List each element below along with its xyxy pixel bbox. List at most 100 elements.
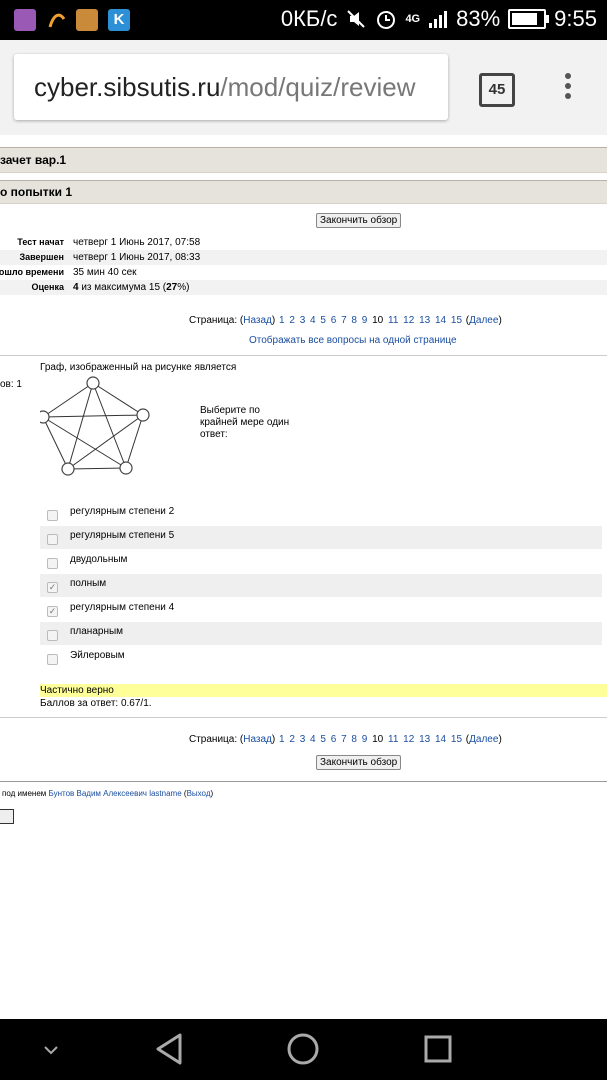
answer-option: ✓ регулярным степени 4 bbox=[40, 598, 602, 621]
mute-icon bbox=[347, 10, 366, 28]
pager-page-link[interactable]: 15 bbox=[451, 734, 462, 745]
show-all-questions-link[interactable]: Отображать все вопросы на одной странице bbox=[249, 335, 457, 346]
chevron-down-icon[interactable] bbox=[40, 1039, 62, 1061]
app-notification-icon bbox=[14, 9, 36, 31]
pager-page-link[interactable]: 2 bbox=[289, 734, 295, 745]
back-icon[interactable] bbox=[153, 1032, 185, 1066]
info-row-grade: Оценка 4 из максимума 15 (27%) bbox=[0, 280, 607, 295]
attempt-header: о попытки 1 bbox=[0, 180, 607, 204]
login-prefix: под именем bbox=[2, 789, 49, 798]
pager-current-page: 10 bbox=[372, 315, 384, 326]
info-label: Оценка bbox=[31, 282, 64, 292]
info-value: 35 мин 40 сек bbox=[73, 267, 137, 278]
checkbox[interactable] bbox=[47, 534, 58, 545]
address-bar[interactable]: cyber.sibsutis.ru/mod/quiz/review bbox=[14, 54, 448, 120]
pager-page-link[interactable]: 12 bbox=[403, 734, 414, 745]
checkbox-checked[interactable]: ✓ bbox=[47, 606, 58, 617]
pager-next-link[interactable]: Далее bbox=[469, 734, 498, 745]
pager-page-link[interactable]: 13 bbox=[419, 734, 430, 745]
checkbox[interactable] bbox=[47, 630, 58, 641]
pager-page-link[interactable]: 4 bbox=[310, 734, 316, 745]
app-notification-icon bbox=[46, 9, 68, 31]
pager-page-link[interactable]: 6 bbox=[331, 734, 337, 745]
clock: 9:55 bbox=[554, 6, 597, 31]
pager-page-link[interactable]: 7 bbox=[341, 315, 347, 326]
logout-link[interactable]: Выход bbox=[187, 789, 211, 798]
pager-page-link[interactable]: 9 bbox=[362, 315, 368, 326]
question-text: Граф, изображенный на рисунке является bbox=[40, 362, 237, 373]
recents-icon[interactable] bbox=[423, 1034, 453, 1064]
answer-option-label: двудольным bbox=[70, 554, 128, 565]
pager-next-link[interactable]: Далее bbox=[469, 315, 498, 326]
answer-option-label: планарным bbox=[70, 626, 124, 637]
attempt-title: о попытки 1 bbox=[0, 185, 73, 199]
pager-page-link[interactable]: 12 bbox=[403, 315, 414, 326]
finish-review-button-bottom[interactable]: Закончить обзор bbox=[316, 755, 402, 770]
pager-page-link[interactable]: 7 bbox=[341, 734, 347, 745]
pager-back-link[interactable]: Назад bbox=[243, 315, 272, 326]
pager-page-link[interactable]: 14 bbox=[435, 734, 446, 745]
overflow-menu-icon[interactable] bbox=[560, 70, 576, 106]
finish-review-button[interactable]: Закончить обзор bbox=[316, 213, 402, 228]
pager-page-link[interactable]: 1 bbox=[279, 734, 285, 745]
app-notification-icon: K bbox=[108, 9, 130, 31]
pager-close: ) bbox=[498, 734, 502, 745]
pager-close: ) bbox=[271, 315, 276, 326]
battery-icon bbox=[508, 9, 550, 29]
pager-page-link[interactable]: 3 bbox=[300, 315, 306, 326]
pager-page-link[interactable]: 5 bbox=[320, 734, 326, 745]
user-profile-link[interactable]: Бунтов Вадим Алексеевич lastname bbox=[49, 789, 182, 798]
feedback-text: Частично верно bbox=[40, 685, 114, 696]
pager-page-link[interactable]: 4 bbox=[310, 315, 316, 326]
tab-switcher-button[interactable]: 45 bbox=[479, 73, 515, 107]
answer-option: двудольным bbox=[40, 550, 602, 573]
course-title: зачет вар.1 bbox=[0, 153, 67, 167]
pager-page-link[interactable]: 13 bbox=[419, 315, 430, 326]
checkbox[interactable] bbox=[47, 510, 58, 521]
grade-end: %) bbox=[177, 282, 190, 293]
pager-pages: 1 2 3 4 5 6 7 8 9 10 11 12 13 14 15 bbox=[278, 315, 466, 326]
alarm-icon bbox=[377, 11, 396, 29]
grade-mid: из максимума 15 ( bbox=[78, 282, 167, 293]
home-icon[interactable] bbox=[286, 1032, 320, 1066]
grade-value: 4 из максимума 15 (27%) bbox=[73, 282, 189, 293]
divider bbox=[0, 781, 607, 782]
login-info: под именем Бунтов Вадим Алексеевич lastn… bbox=[2, 789, 213, 798]
info-row-start: Тест начат четверг 1 Июнь 2017, 07:58 bbox=[0, 235, 607, 250]
pager-page-link[interactable]: 3 bbox=[300, 734, 306, 745]
pager-page-link[interactable]: 8 bbox=[351, 734, 357, 745]
pager-page-link[interactable]: 1 bbox=[279, 315, 285, 326]
pager-page-link[interactable]: 14 bbox=[435, 315, 446, 326]
pager-page-link[interactable]: 8 bbox=[351, 315, 357, 326]
pager-page-link[interactable]: 11 bbox=[388, 734, 398, 745]
answer-option: Эйлеровым bbox=[40, 646, 602, 669]
pager-page-link[interactable]: 5 bbox=[320, 315, 326, 326]
pager-back-link[interactable]: Назад bbox=[243, 734, 272, 745]
checkbox[interactable] bbox=[47, 654, 58, 665]
answer-option: регулярным степени 2 bbox=[40, 502, 602, 525]
answer-option-label: полным bbox=[70, 578, 107, 589]
question-score: Баллов за ответ: 0.67/1. bbox=[40, 698, 152, 709]
battery-percent: 83% bbox=[456, 6, 501, 31]
checkbox-checked[interactable]: ✓ bbox=[47, 582, 58, 593]
info-row-duration: ошло времени 35 мин 40 сек bbox=[0, 265, 607, 280]
pager-page-link[interactable]: 9 bbox=[362, 734, 368, 745]
grade-percent: 27 bbox=[166, 282, 178, 293]
answer-option: регулярным степени 5 bbox=[40, 526, 602, 549]
pagination-bottom: Страница: (Назад) 1 2 3 4 5 6 7 8 9 10 1… bbox=[189, 734, 502, 745]
pager-close: ) bbox=[271, 734, 276, 745]
feedback-banner: Частично верно bbox=[40, 684, 607, 697]
pager-page-link[interactable]: 2 bbox=[289, 315, 295, 326]
pager-page-link[interactable]: 15 bbox=[451, 315, 462, 326]
partial-button[interactable] bbox=[0, 809, 14, 824]
checkbox[interactable] bbox=[47, 558, 58, 569]
answer-prompt: Выберите по крайней мере один ответ: bbox=[200, 405, 290, 440]
pager-page-link[interactable]: 11 bbox=[388, 315, 398, 326]
url-text: cyber.sibsutis.ru/mod/quiz/review bbox=[34, 72, 415, 103]
info-label: Завершен bbox=[19, 252, 64, 262]
question-points: ов: 1 bbox=[0, 379, 22, 390]
divider bbox=[0, 355, 607, 356]
logout-close: ) bbox=[210, 789, 214, 798]
android-nav-bar bbox=[0, 1019, 607, 1080]
pager-page-link[interactable]: 6 bbox=[331, 315, 337, 326]
